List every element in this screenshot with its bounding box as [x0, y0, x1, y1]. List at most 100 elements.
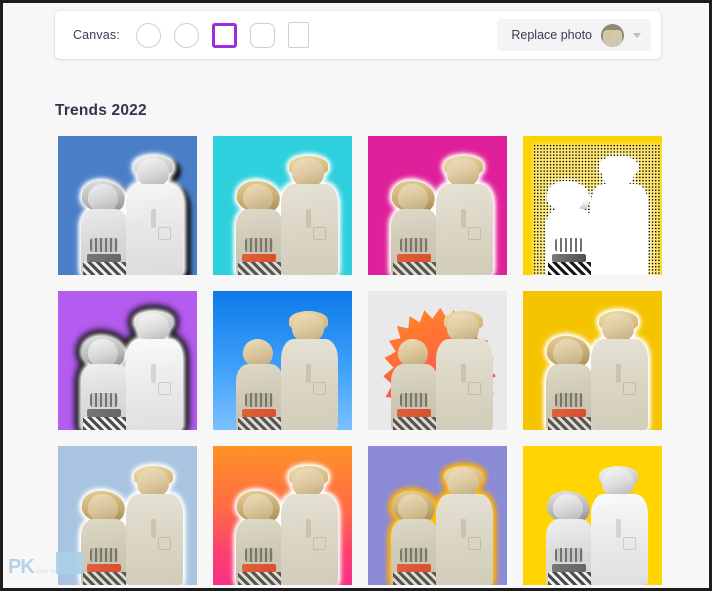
- boy-shirt-placket: [305, 519, 311, 538]
- photo-subject: [234, 465, 339, 585]
- boy-torso: [280, 183, 339, 275]
- girl-skirt: [82, 416, 127, 430]
- subject-boy: [125, 155, 184, 275]
- boy-torso: [435, 493, 494, 585]
- subject-boy: [435, 310, 494, 430]
- thumbnail-2[interactable]: [213, 136, 352, 275]
- subject-girl: [234, 177, 283, 275]
- canvas-shape-circle-2[interactable]: [173, 22, 199, 48]
- girl-belt: [551, 409, 587, 417]
- thumbnail-subject: [603, 29, 622, 47]
- canvas-shape-circle-1[interactable]: [135, 22, 161, 48]
- girl-belt: [241, 409, 277, 417]
- girl-torso: [391, 518, 438, 585]
- girl-belt: [241, 254, 277, 262]
- subject-girl: [79, 332, 128, 430]
- girl-torso: [236, 363, 283, 430]
- girl-belt: [551, 564, 587, 572]
- boy-shirt-pocket: [312, 381, 327, 395]
- subject-boy: [280, 310, 339, 430]
- thumbnail-6[interactable]: [213, 291, 352, 430]
- boy-shirt-placket: [305, 209, 311, 228]
- boy-shirt-pocket: [312, 536, 327, 550]
- replace-photo-label: Replace photo: [511, 28, 592, 42]
- photo-subject: [544, 465, 649, 585]
- canvas-shape-square[interactable]: [211, 22, 237, 48]
- photo-thumbnail-avatar[interactable]: [601, 23, 624, 47]
- chevron-down-icon[interactable]: [633, 32, 641, 38]
- boy-shirt-placket: [150, 519, 156, 538]
- girl-torso: [81, 363, 128, 430]
- subject-boy: [435, 465, 494, 585]
- boy-torso: [435, 183, 494, 275]
- thumbnail-3[interactable]: [368, 136, 507, 275]
- photo-subject: [79, 155, 184, 275]
- thumbnail-4[interactable]: [523, 136, 662, 275]
- girl-skirt: [237, 416, 282, 430]
- girl-skirt: [392, 571, 437, 585]
- photo-subject: [389, 465, 494, 585]
- thumbnail-5[interactable]: [58, 291, 197, 430]
- boy-shirt-pocket: [157, 226, 172, 240]
- subject-boy: [280, 155, 339, 275]
- boy-torso: [590, 338, 649, 430]
- girl-shirt-graphic: [554, 547, 584, 563]
- thumbnail-12[interactable]: [523, 446, 662, 585]
- girl-torso: [391, 208, 438, 275]
- boy-torso: [125, 493, 184, 585]
- girl-shirt-graphic: [554, 237, 584, 253]
- boy-shirt-pocket: [467, 536, 482, 550]
- photo-subject: [234, 310, 339, 430]
- boy-torso: [125, 183, 184, 275]
- subject-girl: [544, 487, 593, 585]
- replace-photo-button[interactable]: Replace photo: [497, 19, 651, 51]
- subject-boy: [125, 310, 184, 430]
- girl-shirt-graphic: [554, 392, 584, 408]
- thumbnail-7[interactable]: [368, 291, 507, 430]
- thumbnail-10[interactable]: [213, 446, 352, 585]
- canvas-shape-rounded[interactable]: [249, 22, 275, 48]
- girl-shirt-graphic: [244, 392, 274, 408]
- girl-shirt-graphic: [399, 547, 429, 563]
- boy-torso: [280, 493, 339, 585]
- thumbnail-1[interactable]: [58, 136, 197, 275]
- girl-skirt: [82, 261, 127, 275]
- girl-shirt-graphic: [399, 237, 429, 253]
- girl-torso: [236, 518, 283, 585]
- subject-girl: [79, 177, 128, 275]
- subject-boy: [435, 155, 494, 275]
- boy-torso: [435, 338, 494, 430]
- girl-belt: [396, 564, 432, 572]
- photo-subject: [544, 310, 649, 430]
- page-title: Trends 2022: [55, 102, 147, 119]
- canvas-shape-options: [135, 22, 309, 48]
- girl-belt: [86, 409, 122, 417]
- canvas-shape-portrait[interactable]: [287, 22, 309, 48]
- boy-shirt-pocket: [622, 226, 637, 240]
- girl-torso: [81, 208, 128, 275]
- girl-shirt-graphic: [399, 392, 429, 408]
- girl-belt: [551, 254, 587, 262]
- boy-shirt-placket: [460, 209, 466, 228]
- girl-skirt: [547, 416, 592, 430]
- girl-torso: [546, 208, 593, 275]
- girl-skirt: [547, 571, 592, 585]
- boy-torso: [590, 183, 649, 275]
- girl-shirt-graphic: [89, 547, 119, 563]
- watermark-block: [56, 552, 83, 574]
- subject-boy: [280, 465, 339, 585]
- boy-torso: [125, 338, 184, 430]
- boy-shirt-pocket: [157, 536, 172, 550]
- boy-shirt-pocket: [157, 381, 172, 395]
- thumbnail-11[interactable]: [368, 446, 507, 585]
- subject-girl: [544, 332, 593, 430]
- boy-shirt-placket: [460, 519, 466, 538]
- watermark-text: PK: [8, 556, 35, 578]
- boy-shirt-pocket: [312, 226, 327, 240]
- subject-girl: [234, 487, 283, 585]
- subject-girl: [389, 332, 438, 430]
- girl-skirt: [547, 261, 592, 275]
- thumbnail-8[interactable]: [523, 291, 662, 430]
- subject-boy: [590, 155, 649, 275]
- subject-boy: [125, 465, 184, 585]
